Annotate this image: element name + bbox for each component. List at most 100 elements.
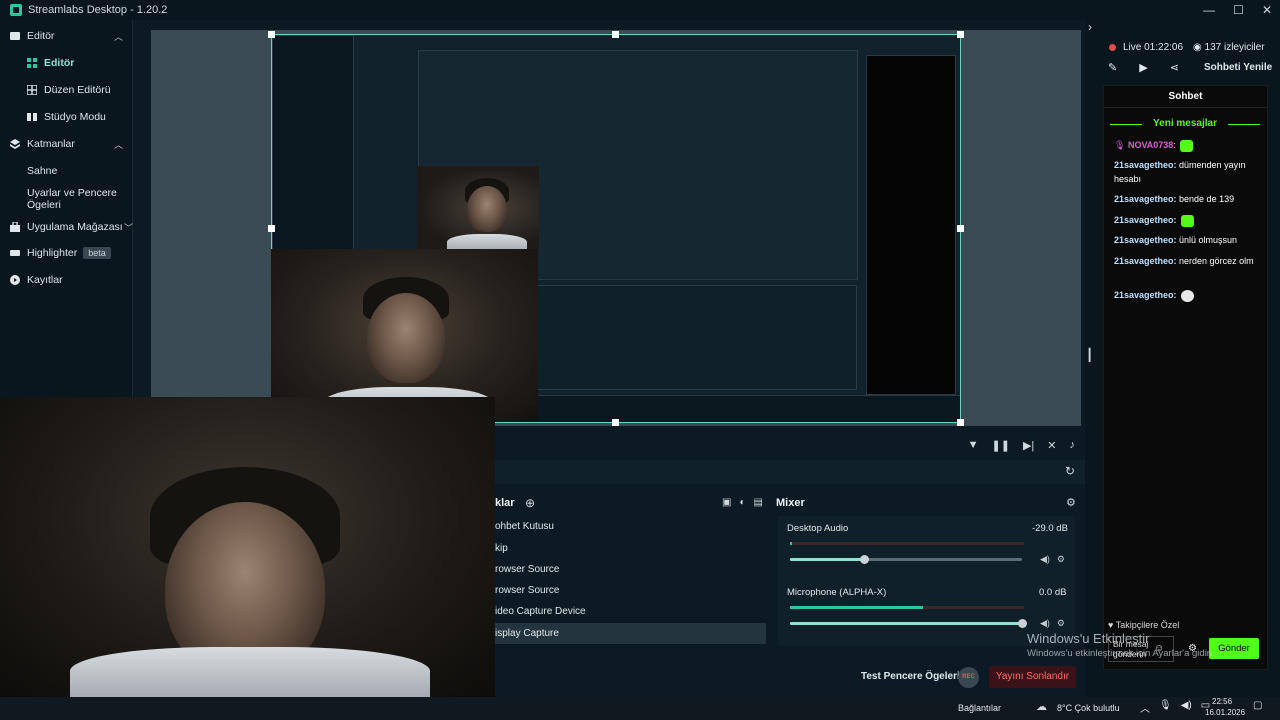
close-icon[interactable]: ✕ [1262, 3, 1272, 17]
studio-icon [27, 113, 37, 121]
window-controls: — ☐ ✕ [1203, 0, 1272, 20]
source-item-selected[interactable]: isplay Capture [495, 623, 766, 644]
maximize-icon[interactable]: ☐ [1233, 3, 1244, 17]
chat-username: 21savagetheo: [1114, 160, 1177, 170]
sidebar-item-layers-group[interactable]: Katmanlar ︿ [10, 138, 143, 150]
mixer-panel [778, 516, 1075, 646]
filter-icon[interactable]: ▼ [968, 439, 979, 452]
resize-handle[interactable] [612, 419, 619, 426]
notification-icon[interactable]: ▢ [1253, 700, 1262, 711]
end-stream-button[interactable]: Yayını Sonlandır [989, 666, 1076, 688]
mute-all-icon[interactable]: ✕ [1047, 439, 1056, 452]
chevron-right-icon[interactable]: › [1088, 20, 1092, 34]
speaker-icon[interactable]: ◀) [1181, 700, 1192, 715]
follower-only-label: ♥ Takipçilere Özel [1108, 620, 1179, 630]
taskbar-date[interactable]: 16.01.2026 [1205, 708, 1245, 717]
volume-slider-fill [790, 558, 865, 561]
microphone-icon[interactable]: 🎙 [1159, 700, 1172, 715]
dock-resize-handle[interactable]: ┃ [1086, 348, 1093, 362]
audio-level-meter [790, 606, 1024, 609]
chat-message: 21savagetheo: ünlü olmuşsun [1114, 233, 1259, 247]
pause-icon[interactable]: ❚❚ [992, 439, 1010, 452]
edit-icon[interactable]: ✎ [1108, 61, 1117, 74]
skip-icon[interactable]: ▶| [1023, 439, 1034, 452]
mic-icon: 🎙 [1114, 140, 1126, 150]
source-item[interactable]: rowser Source [495, 559, 766, 580]
gear-icon[interactable]: ⚙ [1057, 554, 1065, 565]
chevron-up-icon[interactable]: ︿ [1140, 700, 1150, 715]
chat-message: 21savagetheo: bende de 139 [1114, 192, 1259, 206]
resize-handle[interactable] [612, 31, 619, 38]
volume-slider-thumb[interactable] [1018, 619, 1027, 628]
resize-handle[interactable] [957, 419, 964, 426]
record-button[interactable]: REC [958, 667, 979, 688]
follower-only-text: Takipçilere Özel [1115, 620, 1180, 630]
sidebar-item-label: Uygulama Mağazası [27, 221, 123, 233]
sidebar-item-app-store[interactable]: Uygulama Mağazası ﹀ [10, 221, 143, 233]
activation-watermark-text: Windows'u etkinleştirmek için Ayarlar'a … [1027, 648, 1215, 659]
volume-slider[interactable] [790, 619, 1027, 628]
sidebar-item-label: Katmanlar [27, 138, 75, 150]
source-item[interactable]: rowser Source [495, 580, 766, 601]
volume-slider-fill [790, 622, 1022, 625]
speaker-icon[interactable]: ◀) [1040, 618, 1050, 629]
eye-icon: ◉ [1193, 42, 1205, 53]
taskbar-time[interactable]: 22:56 [1212, 697, 1232, 706]
sidebar-item-highlighter[interactable]: Highlighter beta [10, 247, 143, 259]
emote-icon [1180, 289, 1194, 302]
resize-handle[interactable] [957, 31, 964, 38]
sidebar-item-recordings[interactable]: Kayıtlar [10, 274, 143, 286]
webcam-overlay-small [417, 166, 539, 250]
chat-message: 21savagetheo: [1114, 213, 1259, 227]
scene-toolbar: ▼ ❚❚ ▶| ✕ ♪ [495, 433, 1085, 457]
test-widgets-button[interactable]: Test Pencere Ögeleri [861, 671, 960, 682]
system-tray: ︿ 🎙 ◀) ▭ [1140, 700, 1210, 715]
layers-icon [10, 139, 20, 149]
channel-db: -29.0 dB [1032, 523, 1068, 534]
taskbar-weather[interactable]: 8°C Çok bulutlu [1057, 703, 1120, 713]
resize-handle[interactable] [957, 225, 964, 232]
gear-icon[interactable]: ⚙ [1057, 618, 1065, 629]
minimize-icon[interactable]: — [1203, 3, 1215, 17]
viewer-count: ◉ 137 izleyiciler [1193, 42, 1265, 53]
refresh-chat-button[interactable]: Sohbeti Yenile [1204, 62, 1272, 73]
sources-title: klar [495, 497, 515, 509]
sidebar-item-alerts-widgets[interactable]: Uyarlar ve Pencere Ögeleri [27, 187, 117, 211]
share-icon[interactable]: ⋖ [1170, 61, 1179, 74]
chevron-down-icon[interactable]: ﹀ [124, 221, 133, 234]
scene-list-row[interactable]: ↻ [495, 460, 1085, 484]
resize-handle[interactable] [268, 31, 275, 38]
taskbar-connections[interactable]: Bağlantılar [958, 703, 1001, 713]
editor-icon [10, 32, 20, 40]
chevron-up-icon[interactable]: ︿ [114, 138, 123, 151]
chevron-up-icon[interactable]: ︿ [114, 30, 123, 43]
volume-icon[interactable]: ♪ [1070, 439, 1076, 452]
resize-handle[interactable] [268, 225, 275, 232]
mixer-settings-icon[interactable]: ⚙ [1066, 496, 1076, 509]
nested-chat [866, 55, 956, 395]
source-item[interactable]: kip [495, 538, 766, 559]
volume-slider[interactable] [790, 555, 1022, 564]
audio-level-fill [790, 542, 793, 545]
folder-icon[interactable]: ▤ [754, 497, 763, 508]
weather-cloud-icon: ☁ [1036, 701, 1047, 713]
speaker-icon[interactable]: ◀) [1040, 554, 1050, 565]
highlighter-icon [10, 250, 20, 256]
divider-line [1110, 124, 1142, 125]
sidebar-item-label: Editör [44, 57, 75, 69]
source-item[interactable]: ideo Capture Device [495, 601, 766, 622]
source-item[interactable]: ohbet Kutusu [495, 516, 766, 537]
visibility-icon[interactable]: ◐ [739, 497, 745, 508]
add-source-icon[interactable]: ⊕ [525, 496, 535, 510]
chat-username: 21savagetheo: [1114, 235, 1177, 245]
refresh-icon[interactable]: ↻ [1065, 464, 1075, 478]
video-icon[interactable]: ▶ [1139, 61, 1147, 74]
nested-mixer [537, 285, 857, 390]
group-icon[interactable]: ▣ [722, 497, 731, 508]
scene-toolbar-icons: ▼ ❚❚ ▶| ✕ ♪ [968, 439, 1075, 452]
sidebar-item-editor-group[interactable]: Editör ︿ [10, 30, 143, 42]
channel-db: 0.0 dB [1039, 587, 1067, 598]
send-chat-button[interactable]: Gönder [1209, 638, 1259, 659]
channel-controls: ◀) ⚙ [1040, 554, 1065, 565]
streamlabs-logo-icon [10, 4, 22, 16]
